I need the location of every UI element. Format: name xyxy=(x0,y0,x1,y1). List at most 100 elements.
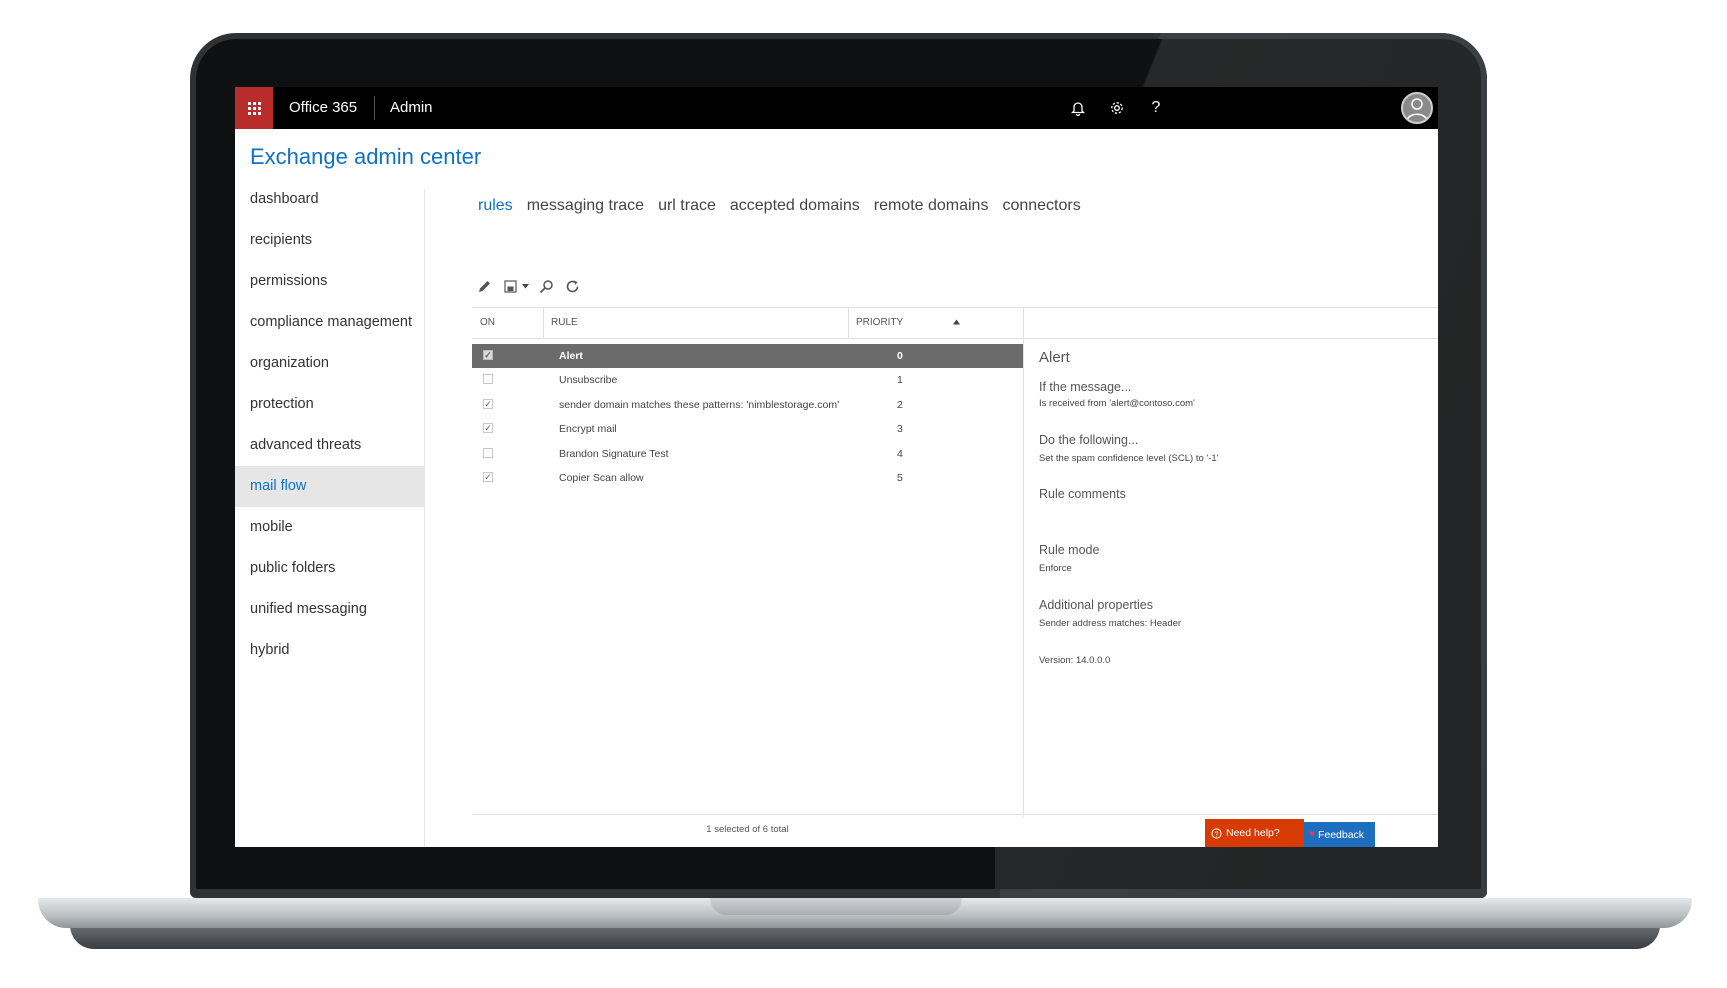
bell-icon xyxy=(1071,101,1085,116)
table-row[interactable]: ✓ Copier Scan allow 5 xyxy=(472,466,1023,490)
settings-button[interactable] xyxy=(1107,98,1127,118)
table-row[interactable]: Brandon Signature Test 4 xyxy=(472,442,1023,466)
rule-name: Alert xyxy=(559,350,583,362)
screen: Office 365 Admin ? Exchange admin center… xyxy=(235,87,1438,847)
nav-divider xyxy=(424,189,425,847)
section-title[interactable]: Admin xyxy=(390,87,433,129)
rule-name: sender domain matches these patterns: 'n… xyxy=(559,398,840,411)
top-bar: Office 365 Admin ? xyxy=(235,87,1438,129)
help-circle-icon: ? xyxy=(1211,827,1222,839)
rule-enabled-checkbox[interactable]: ✓ xyxy=(483,350,493,360)
detail-do-value: Set the spam confidence level (SCL) to '… xyxy=(1039,453,1219,464)
tab-rules[interactable]: rules xyxy=(478,197,513,215)
rule-priority: 3 xyxy=(897,423,903,436)
grid-header: ON RULE PRIORITY xyxy=(472,307,1023,339)
column-header-priority[interactable]: PRIORITY xyxy=(856,317,903,328)
nav-item-public-folders[interactable]: public folders xyxy=(235,548,425,589)
laptop-base-shadow xyxy=(70,925,1660,949)
app-launcher-button[interactable] xyxy=(235,87,273,129)
detail-version: Version: 14.0.0.0 xyxy=(1039,655,1111,666)
detail-props-heading: Additional properties xyxy=(1039,598,1153,612)
table-row[interactable]: ✓ sender domain matches these patterns: … xyxy=(472,393,1023,417)
save-icon xyxy=(503,279,517,293)
grid-footer-count: 1 selected of 6 total xyxy=(472,814,1023,847)
help-icon[interactable]: ? xyxy=(1146,98,1166,118)
sort-ascending-icon[interactable] xyxy=(953,319,960,325)
nav-item-unified-messaging[interactable]: unified messaging xyxy=(235,589,425,630)
rule-priority: 0 xyxy=(897,350,903,362)
nav-item-recipients[interactable]: recipients xyxy=(235,220,425,261)
table-row[interactable]: Unsubscribe 1 xyxy=(472,368,1023,392)
tab-url-trace[interactable]: url trace xyxy=(658,197,716,215)
nav-item-organization[interactable]: organization xyxy=(235,343,425,384)
detail-mode-value: Enforce xyxy=(1039,563,1072,574)
tab-remote-domains[interactable]: remote domains xyxy=(874,197,989,215)
need-help-label: Need help? xyxy=(1226,827,1280,839)
save-dropdown-button[interactable] xyxy=(521,277,529,295)
detail-pane-divider xyxy=(1023,307,1024,817)
detail-if-value: Is received from 'alert@contoso.com' xyxy=(1039,398,1195,409)
rule-enabled-checkbox[interactable]: ✓ xyxy=(483,398,493,409)
tab-accepted-domains[interactable]: accepted domains xyxy=(730,197,860,215)
rule-enabled-checkbox[interactable]: ✓ xyxy=(483,471,493,482)
tab-connectors[interactable]: connectors xyxy=(1002,197,1080,215)
nav-item-advanced-threats[interactable]: advanced threats xyxy=(235,425,425,466)
toolbar xyxy=(475,277,581,295)
nav-item-mail-flow[interactable]: mail flow xyxy=(235,466,425,507)
search-icon xyxy=(539,279,553,293)
heart-icon: ♥ xyxy=(1309,829,1315,840)
rule-name: Encrypt mail xyxy=(559,423,617,436)
table-row[interactable]: ✓ Alert 0 xyxy=(472,344,1023,369)
detail-props-value: Sender address matches: Header xyxy=(1039,618,1182,629)
rule-name: Brandon Signature Test xyxy=(559,447,669,460)
detail-comments-heading: Rule comments xyxy=(1039,487,1126,501)
tab-messaging-trace[interactable]: messaging trace xyxy=(527,197,644,215)
detail-if-heading: If the message... xyxy=(1039,380,1132,394)
column-divider xyxy=(848,308,849,338)
detail-mode-heading: Rule mode xyxy=(1039,543,1100,557)
refresh-button[interactable] xyxy=(563,277,581,295)
rule-priority: 4 xyxy=(897,447,903,460)
rule-enabled-checkbox[interactable] xyxy=(483,447,493,458)
footer-divider xyxy=(1023,814,1438,815)
nav-item-compliance-management[interactable]: compliance management xyxy=(235,302,425,343)
detail-do-heading: Do the following... xyxy=(1039,433,1139,447)
column-divider xyxy=(543,308,544,338)
dropdown-caret-icon xyxy=(521,283,529,288)
nav-item-permissions[interactable]: permissions xyxy=(235,261,425,302)
column-header-on[interactable]: ON xyxy=(480,317,495,328)
edit-button[interactable] xyxy=(475,277,493,295)
detail-pane: Alert If the message... Is received from… xyxy=(1039,349,1419,666)
nav-item-dashboard[interactable]: dashboard xyxy=(235,179,425,220)
brand-title[interactable]: Office 365 xyxy=(289,87,357,129)
tab-bar: rules messaging trace url trace accepted… xyxy=(478,197,1081,215)
waffle-icon xyxy=(247,101,261,115)
rule-priority: 5 xyxy=(897,471,903,484)
topbar-divider xyxy=(374,96,375,120)
rule-name: Unsubscribe xyxy=(559,374,618,387)
rule-priority: 1 xyxy=(897,374,903,387)
nav-item-hybrid[interactable]: hybrid xyxy=(235,630,425,671)
svg-text:?: ? xyxy=(1214,829,1218,838)
need-help-button[interactable]: ? Need help? xyxy=(1205,819,1304,847)
page-title: Exchange admin center xyxy=(250,144,482,169)
person-icon xyxy=(1406,98,1428,122)
refresh-icon xyxy=(566,280,578,292)
rule-enabled-checkbox[interactable] xyxy=(483,374,493,385)
feedback-button[interactable]: ♥ Feedback xyxy=(1304,822,1375,847)
left-nav: dashboard recipients permissions complia… xyxy=(235,179,425,671)
edit-pencil-icon xyxy=(478,280,490,292)
detail-pane-header xyxy=(1024,307,1438,339)
user-avatar[interactable] xyxy=(1401,92,1433,124)
rule-priority: 2 xyxy=(897,398,903,411)
laptop-notch xyxy=(710,898,962,915)
search-button[interactable] xyxy=(537,277,555,295)
nav-item-protection[interactable]: protection xyxy=(235,384,425,425)
table-row[interactable]: ✓ Encrypt mail 3 xyxy=(472,417,1023,441)
notifications-button[interactable] xyxy=(1068,98,1088,118)
save-button[interactable] xyxy=(501,277,519,295)
rule-enabled-checkbox[interactable]: ✓ xyxy=(483,423,493,434)
column-header-rule[interactable]: RULE xyxy=(551,317,578,328)
gear-icon xyxy=(1111,102,1123,114)
nav-item-mobile[interactable]: mobile xyxy=(235,507,425,548)
